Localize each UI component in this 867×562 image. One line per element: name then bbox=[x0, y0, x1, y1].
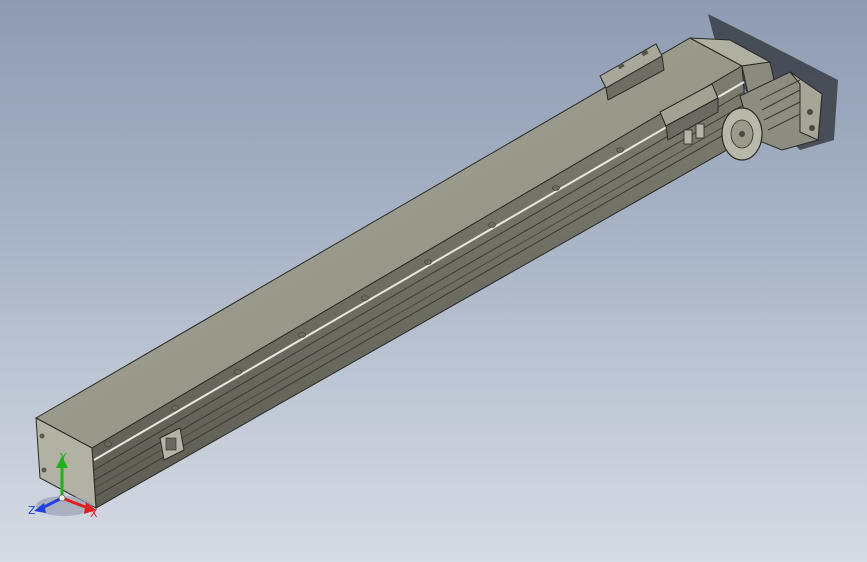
triad-z-label: Z bbox=[28, 504, 36, 517]
rail-groove-1 bbox=[93, 81, 745, 461]
rail-groove-2 bbox=[93, 91, 745, 471]
triad-x-label: X bbox=[90, 507, 98, 520]
end-cap-screw-2 bbox=[41, 467, 47, 473]
rail-groove-5 bbox=[95, 121, 747, 497]
rail-groove-4 bbox=[94, 113, 747, 489]
end-cap-screw-1 bbox=[39, 433, 45, 439]
linear-actuator-model[interactable] bbox=[0, 0, 867, 562]
rail-groove-3 bbox=[94, 103, 746, 481]
3d-viewport[interactable]: Y X Z bbox=[0, 0, 867, 562]
rail-top-face[interactable] bbox=[34, 37, 744, 449]
triad-y-label: Y bbox=[60, 451, 67, 464]
